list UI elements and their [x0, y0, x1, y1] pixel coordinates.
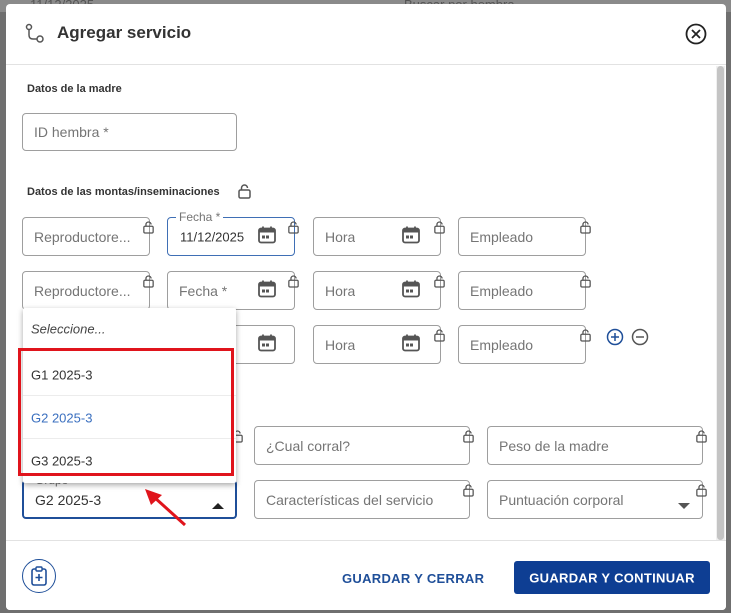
section-label-madre: Datos de la madre — [27, 83, 122, 95]
lock-icon[interactable] — [288, 275, 299, 293]
lock-icon[interactable] — [434, 275, 445, 293]
calendar-icon[interactable] — [402, 279, 420, 302]
empleado-placeholder: Empleado — [470, 282, 534, 299]
puntuacion-placeholder: Puntuación corporal — [499, 491, 624, 508]
hora-field[interactable]: Hora — [313, 325, 441, 364]
add-row-icon[interactable] — [606, 328, 624, 351]
caret-up-icon[interactable] — [212, 497, 224, 515]
dropdown-placeholder-option[interactable]: Seleccione... — [23, 308, 236, 350]
highlight-box — [18, 348, 234, 476]
lock-icon[interactable] — [580, 275, 591, 293]
calendar-icon[interactable] — [402, 225, 420, 248]
hora-placeholder: Hora — [325, 282, 356, 299]
fecha-field[interactable]: Fecha * — [167, 271, 295, 310]
caret-down-icon[interactable] — [678, 497, 690, 515]
lock-icon[interactable] — [434, 221, 445, 239]
lock-icon[interactable] — [580, 329, 591, 347]
empleado-field[interactable]: Empleado — [458, 271, 586, 310]
calendar-icon[interactable] — [258, 225, 276, 248]
reproductor-field[interactable]: Reproductore... — [22, 217, 150, 256]
caracteristicas-field[interactable]: Características del servicio — [254, 480, 470, 519]
grupo-value: G2 2025-3 — [35, 491, 102, 508]
add-service-dialog: Agregar servicio Datos de la madre ID he… — [6, 4, 726, 610]
lock-icon[interactable] — [288, 221, 299, 239]
corral-field[interactable]: ¿Cual corral? — [254, 426, 470, 465]
lock-icon[interactable] — [696, 484, 707, 502]
empleado-placeholder: Empleado — [470, 336, 534, 353]
lock-icon[interactable] — [580, 221, 591, 239]
dialog-header: Agregar servicio — [6, 4, 726, 65]
corral-placeholder: ¿Cual corral? — [266, 437, 351, 454]
lock-icon[interactable] — [696, 430, 707, 448]
calendar-icon[interactable] — [258, 333, 276, 356]
reproductor-field[interactable]: Reproductore... — [22, 271, 150, 310]
lock-icon[interactable] — [143, 221, 154, 239]
empleado-field[interactable]: Empleado — [458, 325, 586, 364]
lock-icon[interactable] — [434, 329, 445, 347]
fecha-field[interactable]: Fecha * 11/12/2025 — [167, 210, 295, 256]
calendar-icon[interactable] — [402, 333, 420, 356]
remove-row-icon[interactable] — [631, 328, 649, 351]
hora-field[interactable]: Hora — [313, 271, 441, 310]
reproductor-placeholder: Reproductore... — [34, 282, 131, 299]
puntuacion-select[interactable]: Puntuación corporal — [487, 480, 703, 519]
lock-icon[interactable] — [463, 430, 474, 448]
close-icon[interactable] — [685, 23, 707, 45]
save-and-continue-button[interactable]: GUARDAR Y CONTINUAR — [514, 561, 710, 594]
fecha-placeholder: Fecha * — [179, 282, 228, 299]
scrollbar-thumb[interactable] — [717, 66, 724, 540]
hora-placeholder: Hora — [325, 336, 356, 353]
id-hembra-placeholder: ID hembra * — [34, 124, 109, 140]
id-hembra-field[interactable]: ID hembra * — [22, 113, 237, 151]
calendar-icon[interactable] — [258, 279, 276, 302]
annotation-arrow — [145, 489, 187, 527]
lock-icon[interactable] — [238, 184, 251, 204]
scrollbar[interactable] — [716, 66, 725, 540]
save-and-close-button[interactable]: GUARDAR Y CERRAR — [342, 571, 484, 586]
section-label-montas: Datos de las montas/inseminaciones — [27, 186, 220, 198]
peso-madre-placeholder: Peso de la madre — [499, 437, 609, 454]
empleado-field[interactable]: Empleado — [458, 217, 586, 256]
clipboard-add-icon — [31, 566, 47, 586]
fecha-value: 11/12/2025 — [180, 229, 245, 244]
caracteristicas-placeholder: Características del servicio — [266, 491, 434, 508]
dialog-title: Agregar servicio — [57, 23, 192, 42]
reproductor-placeholder: Reproductore... — [34, 228, 131, 245]
lock-icon[interactable] — [463, 484, 474, 502]
hora-field[interactable]: Hora — [313, 217, 441, 256]
peso-madre-field[interactable]: Peso de la madre — [487, 426, 703, 465]
empleado-placeholder: Empleado — [470, 228, 534, 245]
dialog-footer: GUARDAR Y CERRAR GUARDAR Y CONTINUAR — [6, 540, 726, 610]
fecha-label: Fecha * — [176, 210, 224, 224]
lock-icon[interactable] — [143, 275, 154, 293]
service-icon — [24, 23, 46, 50]
add-note-button[interactable] — [22, 559, 56, 593]
grupo-select[interactable]: Grupo G2 2025-3 — [22, 473, 237, 519]
hora-placeholder: Hora — [325, 228, 356, 245]
